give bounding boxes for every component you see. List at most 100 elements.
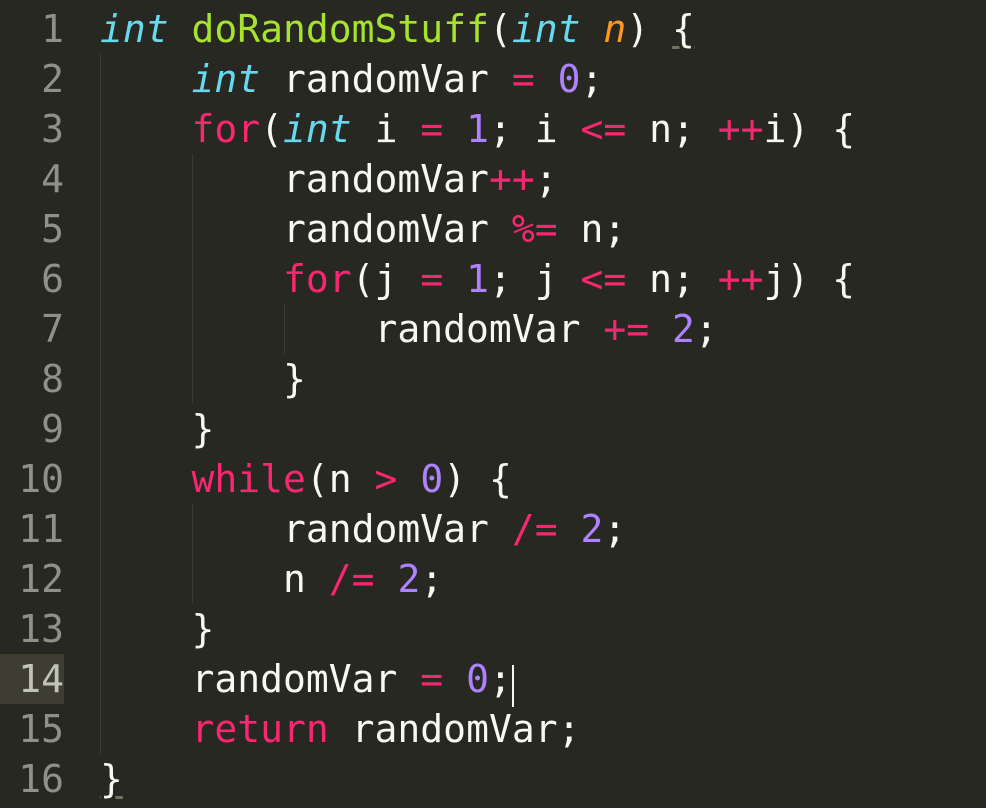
- token-pln: [397, 457, 420, 501]
- code-line[interactable]: }: [76, 604, 986, 654]
- line-number: 12: [0, 554, 64, 604]
- indent-space: [100, 57, 192, 101]
- line-number: 9: [0, 404, 64, 454]
- token-pln: n: [283, 557, 329, 601]
- token-pln: ;: [581, 57, 604, 101]
- indent-space: [100, 307, 375, 351]
- line-number: 8: [0, 354, 64, 404]
- token-pln: (n: [306, 457, 375, 501]
- indent-guide: [192, 304, 193, 354]
- token-kw: while: [192, 457, 306, 501]
- code-line[interactable]: while(n > 0) {: [76, 454, 986, 504]
- indent-guide: [100, 554, 101, 604]
- token-pln: [443, 657, 466, 701]
- token-pln: [580, 7, 603, 51]
- line-number: 7: [0, 304, 64, 354]
- code-line[interactable]: n /= 2;: [76, 554, 986, 604]
- token-pln: n;: [626, 257, 718, 301]
- token-num: 0: [558, 57, 581, 101]
- indent-guide: [100, 454, 101, 504]
- code-line[interactable]: for(int i = 1; i <= n; ++i) {: [76, 104, 986, 154]
- token-pln: i) {: [764, 107, 856, 151]
- token-pln: [443, 107, 466, 151]
- token-kw: ++: [718, 107, 764, 151]
- token-kw: /=: [512, 507, 558, 551]
- code-line[interactable]: randomVar %= n;: [76, 204, 986, 254]
- code-line[interactable]: randomVar = 0;: [76, 654, 986, 704]
- token-kw: <=: [581, 257, 627, 301]
- indent-guide: [284, 304, 285, 354]
- token-kw: =: [420, 107, 443, 151]
- indent-guide: [192, 354, 193, 404]
- indent-guide: [192, 554, 193, 604]
- token-kw: =: [420, 257, 443, 301]
- token-kw: =: [420, 657, 443, 701]
- token-pln: [558, 507, 581, 551]
- code-line[interactable]: int randomVar = 0;: [76, 54, 986, 104]
- token-type: int: [100, 7, 169, 51]
- code-line[interactable]: int doRandomStuff(int n) {: [76, 4, 986, 54]
- token-pln: randomVar: [283, 507, 512, 551]
- token-pln: }: [192, 607, 215, 651]
- token-pln: randomVar: [260, 57, 512, 101]
- line-number: 5: [0, 204, 64, 254]
- token-pln: randomVar: [283, 207, 512, 251]
- token-pln: i: [352, 107, 421, 151]
- token-pln: [649, 307, 672, 351]
- indent-space: [100, 107, 192, 151]
- token-pln: [535, 57, 558, 101]
- indent-guide: [100, 704, 101, 754]
- code-editor[interactable]: 12345678910111213141516 int doRandomStuf…: [0, 0, 986, 808]
- token-kw: %=: [512, 207, 558, 251]
- token-pln: ;: [535, 157, 558, 201]
- code-line[interactable]: randomVar++;: [76, 154, 986, 204]
- token-pln: ;: [603, 507, 626, 551]
- line-number: 11: [0, 504, 64, 554]
- token-pln: }: [283, 357, 306, 401]
- line-number: 13: [0, 604, 64, 654]
- token-pln: {: [672, 7, 695, 51]
- token-kw: >: [375, 457, 398, 501]
- token-kw: ++: [489, 157, 535, 201]
- line-number: 16: [0, 754, 64, 804]
- indent-guide: [100, 104, 101, 154]
- line-number: 14: [0, 654, 64, 704]
- code-area[interactable]: int doRandomStuff(int n) { int randomVar…: [76, 4, 986, 808]
- token-prm: n: [603, 7, 626, 51]
- code-line[interactable]: return randomVar;: [76, 704, 986, 754]
- token-pln: (: [260, 107, 283, 151]
- indent-space: [100, 407, 192, 451]
- indent-guide: [100, 354, 101, 404]
- code-line[interactable]: }: [76, 354, 986, 404]
- code-line[interactable]: randomVar += 2;: [76, 304, 986, 354]
- indent-guide: [192, 154, 193, 204]
- token-kw: ++: [718, 257, 764, 301]
- indent-space: [100, 457, 192, 501]
- indent-guide: [100, 254, 101, 304]
- code-line[interactable]: for(j = 1; j <= n; ++j) {: [76, 254, 986, 304]
- indent-guide: [192, 254, 193, 304]
- indent-guide: [100, 404, 101, 454]
- indent-guide: [100, 54, 101, 104]
- token-pln: ; j: [489, 257, 581, 301]
- code-line[interactable]: }: [76, 754, 986, 804]
- token-num: 1: [466, 107, 489, 151]
- code-line[interactable]: }: [76, 404, 986, 454]
- indent-guide: [192, 504, 193, 554]
- token-pln: (: [489, 7, 512, 51]
- token-pln: [443, 257, 466, 301]
- line-number: 4: [0, 154, 64, 204]
- token-pln: ): [626, 7, 672, 51]
- code-line[interactable]: randomVar /= 2;: [76, 504, 986, 554]
- token-num: 0: [466, 657, 489, 701]
- line-number: 3: [0, 104, 64, 154]
- token-type: int: [283, 107, 352, 151]
- token-pln: ;: [695, 307, 718, 351]
- token-pln: n;: [626, 107, 718, 151]
- token-kw: =: [512, 57, 535, 101]
- indent-guide: [100, 204, 101, 254]
- token-fn: doRandomStuff: [192, 7, 489, 51]
- token-num: 2: [397, 557, 420, 601]
- token-pln: ;: [420, 557, 443, 601]
- token-pln: randomVar: [192, 657, 421, 701]
